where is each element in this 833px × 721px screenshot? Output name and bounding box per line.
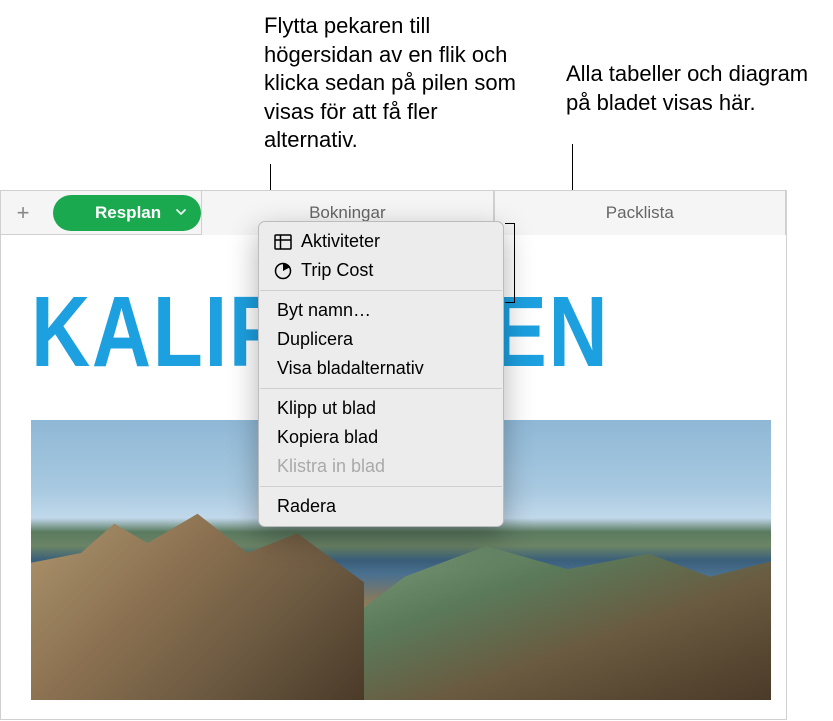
menu-item-duplicate[interactable]: Duplicera [259,325,503,354]
menu-item-label: Klistra in blad [277,456,385,477]
table-icon [273,232,293,252]
menu-item-activities[interactable]: Aktiviteter [259,227,503,256]
menu-item-rename[interactable]: Byt namn… [259,296,503,325]
menu-item-label: Radera [277,496,336,517]
menu-item-label: Klipp ut blad [277,398,376,419]
menu-item-label: Kopiera blad [277,427,378,448]
pie-chart-icon [273,261,293,281]
tab-resplan[interactable]: Resplan [53,195,201,231]
menu-item-paste: Klistra in blad [259,452,503,481]
menu-item-label: Trip Cost [301,260,373,281]
menu-item-cut[interactable]: Klipp ut blad [259,394,503,423]
menu-separator [260,486,502,487]
menu-item-copy[interactable]: Kopiera blad [259,423,503,452]
menu-item-label: Byt namn… [277,300,371,321]
menu-item-trip-cost[interactable]: Trip Cost [259,256,503,285]
tab-packlista[interactable]: Packlista [494,191,786,235]
add-sheet-button[interactable]: + [1,191,45,235]
menu-item-show-options[interactable]: Visa bladalternativ [259,354,503,383]
menu-item-label: Aktiviteter [301,231,380,252]
tab-label: Bokningar [309,203,386,223]
tab-label: Resplan [95,203,161,223]
callout-right: Alla tabeller och diagram på bladet visa… [566,60,826,117]
menu-item-delete[interactable]: Radera [259,492,503,521]
callout-left: Flytta pekaren till högersidan av en fli… [264,12,534,155]
menu-separator [260,388,502,389]
menu-item-label: Duplicera [277,329,353,350]
chevron-down-icon[interactable] [175,205,187,221]
plus-icon: + [17,200,30,226]
menu-separator [260,290,502,291]
sheet-context-menu: Aktiviteter Trip Cost Byt namn… Duplicer… [258,221,504,527]
tab-label: Packlista [606,203,674,223]
callout-bracket [505,223,515,303]
menu-item-label: Visa bladalternativ [277,358,424,379]
